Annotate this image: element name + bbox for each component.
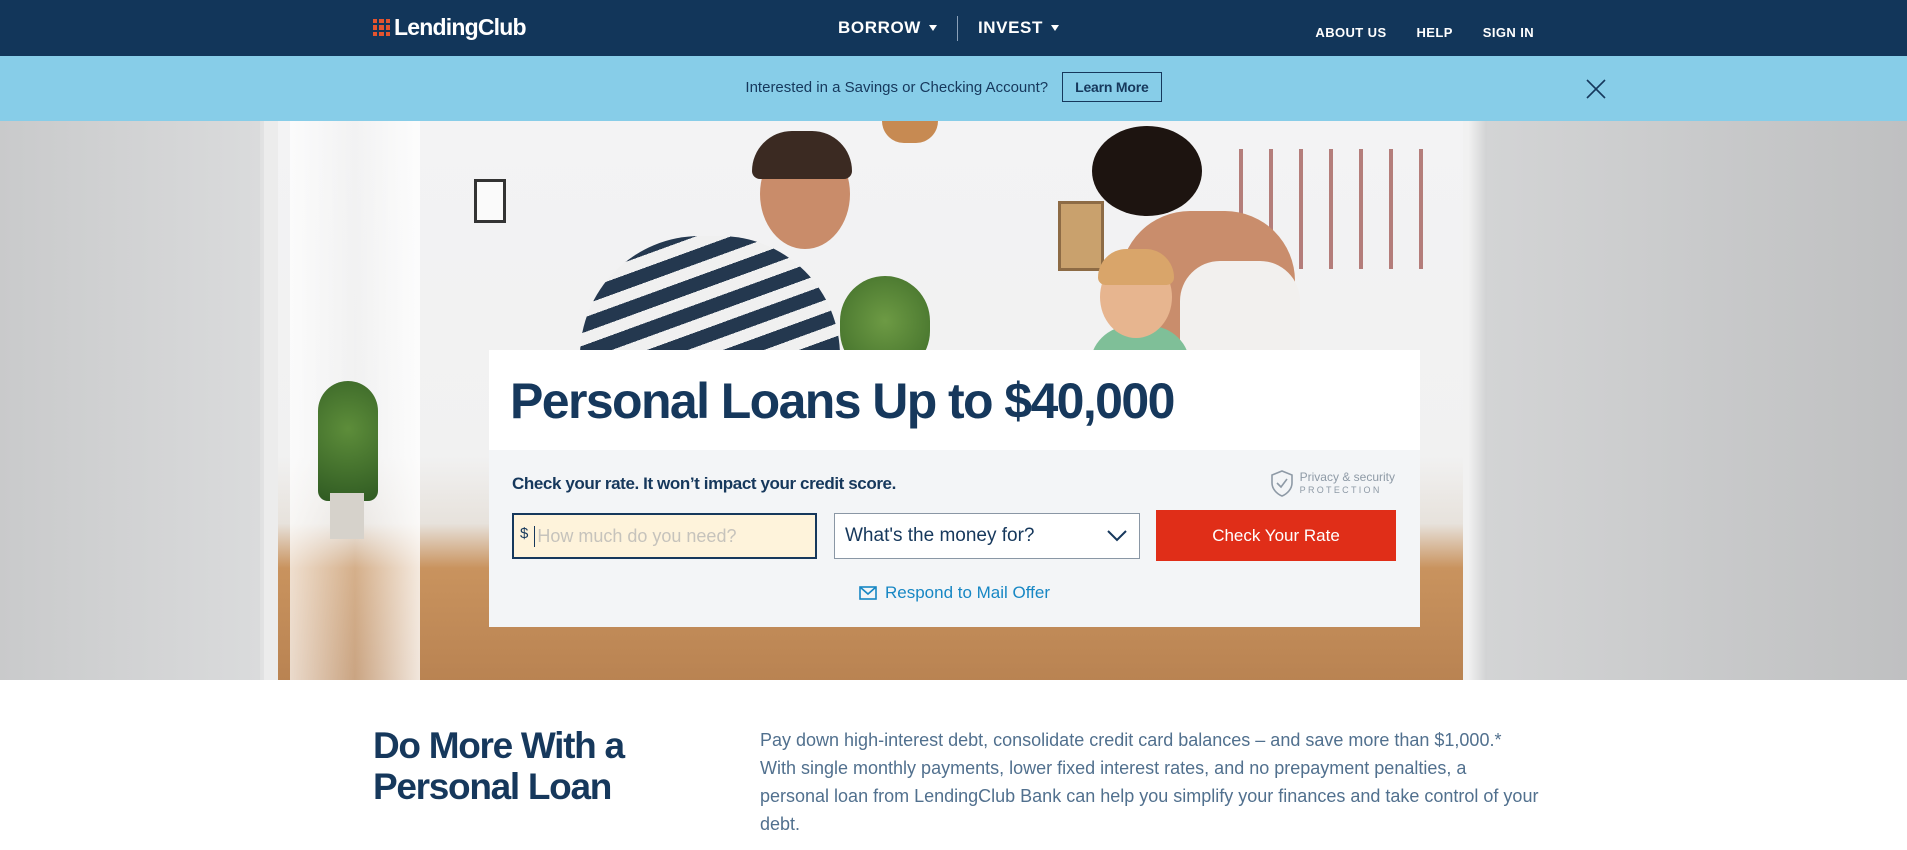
loan-card-header: Personal Loans Up to $40,000 [489, 350, 1420, 450]
logo-text: LendingClub [394, 14, 527, 40]
privacy-badge: Privacy & security PROTECTION [1270, 470, 1395, 497]
section-heading: Do More With a Personal Loan [373, 725, 625, 807]
check-rate-text: Check your rate. It won’t impact your cr… [512, 474, 896, 493]
about-us-link[interactable]: ABOUT US [1315, 25, 1386, 40]
borrow-menu[interactable]: BORROW [838, 18, 937, 38]
close-icon[interactable] [1585, 78, 1607, 100]
loan-amount-field[interactable]: $ [512, 513, 817, 559]
shield-check-icon [1270, 470, 1293, 497]
learn-more-button[interactable]: Learn More [1062, 72, 1162, 102]
nav-secondary: ABOUT US HELP SIGN IN [1315, 0, 1534, 64]
currency-symbol: $ [520, 524, 529, 542]
privacy-line-1: Privacy & security [1299, 469, 1395, 484]
rate-check-form: Check your rate. It won’t impact your cr… [489, 450, 1420, 627]
borrow-label: BORROW [838, 18, 921, 37]
caret-down-icon [1050, 25, 1059, 31]
logo-grid-icon [373, 19, 390, 36]
check-your-rate-button[interactable]: Check Your Rate [1156, 510, 1396, 561]
help-link[interactable]: HELP [1417, 25, 1453, 40]
nav-divider [956, 15, 958, 41]
loan-purpose-value: What's the money for? [845, 525, 1035, 546]
invest-label: INVEST [977, 18, 1043, 37]
sign-in-link[interactable]: SIGN IN [1483, 25, 1534, 40]
caret-down-icon [928, 25, 937, 31]
hero-title: Personal Loans Up to $40,000 [510, 373, 1175, 429]
announcement-banner: Interested in a Savings or Checking Acco… [0, 56, 1907, 121]
banner-text: Interested in a Savings or Checking Acco… [745, 78, 1049, 96]
chevron-down-icon [1107, 530, 1127, 542]
envelope-icon [859, 586, 877, 600]
invest-menu[interactable]: INVEST [978, 18, 1059, 38]
privacy-line-2: PROTECTION [1299, 484, 1382, 495]
nav-primary: BORROW INVEST [838, 0, 1059, 56]
loan-amount-input[interactable] [534, 525, 795, 547]
top-navigation: LendingClub BORROW INVEST ABOUT US HELP … [0, 0, 1907, 56]
loan-purpose-select[interactable]: What's the money for? [834, 513, 1140, 559]
respond-mail-offer-link[interactable]: Respond to Mail Offer [489, 583, 1420, 603]
section-description: Pay down high-interest debt, consolidate… [760, 730, 1539, 834]
mail-offer-label: Respond to Mail Offer [884, 583, 1051, 602]
lendingclub-logo[interactable]: LendingClub [373, 14, 527, 41]
